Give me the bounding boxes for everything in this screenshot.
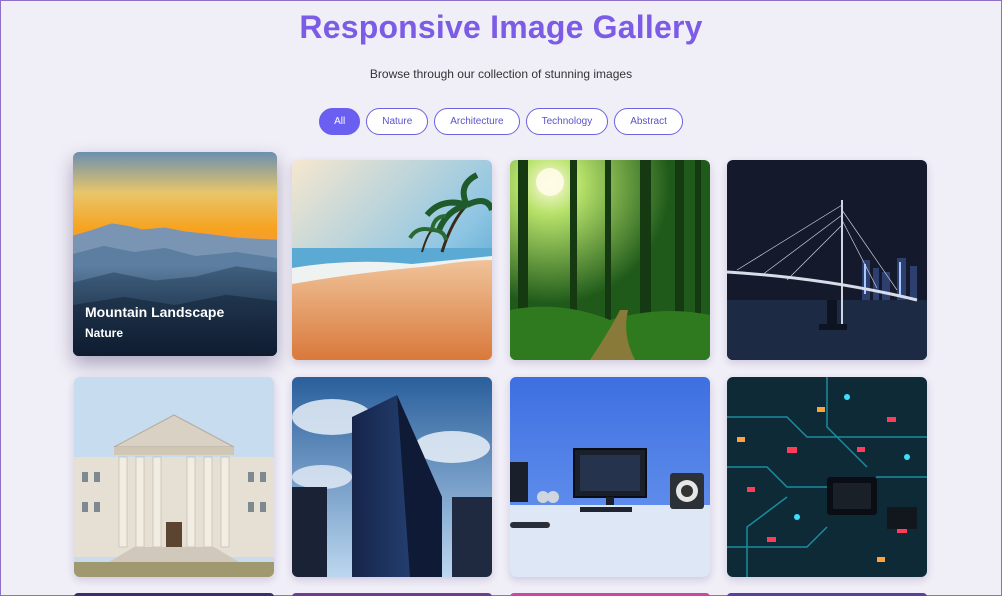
page-subtitle: Browse through our collection of stunnin…: [369, 67, 633, 81]
gallery-item-bridge[interactable]: [727, 160, 927, 360]
building-image: [74, 377, 274, 577]
circuit-image: [727, 377, 927, 577]
gallery-item-skyscraper[interactable]: [292, 377, 492, 577]
gallery-item-building[interactable]: [74, 377, 274, 577]
filter-technology-button[interactable]: Technology: [525, 108, 609, 135]
desk-image: [510, 377, 710, 577]
card-title: Mountain Landscape: [85, 304, 225, 320]
beach-image: [292, 160, 492, 360]
filter-all-button[interactable]: All: [319, 108, 361, 135]
gallery-item-beach[interactable]: [292, 160, 492, 360]
forest-image: [510, 160, 710, 360]
filter-bar: All Nature Architecture Technology Abstr…: [1, 108, 1001, 135]
skyscraper-image: [292, 377, 492, 577]
filter-abstract-button[interactable]: Abstract: [614, 108, 683, 135]
card-category: Nature: [85, 326, 124, 340]
page-title: Responsive Image Gallery: [299, 9, 703, 45]
gallery-item-forest[interactable]: [510, 160, 710, 360]
gallery-item-circuit[interactable]: [727, 377, 927, 577]
filter-nature-button[interactable]: Nature: [366, 108, 429, 135]
bridge-image: [727, 160, 927, 360]
filter-architecture-button[interactable]: Architecture: [434, 108, 520, 135]
gallery-item-desk[interactable]: [510, 377, 710, 577]
gallery-item-mountain[interactable]: Mountain Landscape Nature: [73, 152, 277, 356]
